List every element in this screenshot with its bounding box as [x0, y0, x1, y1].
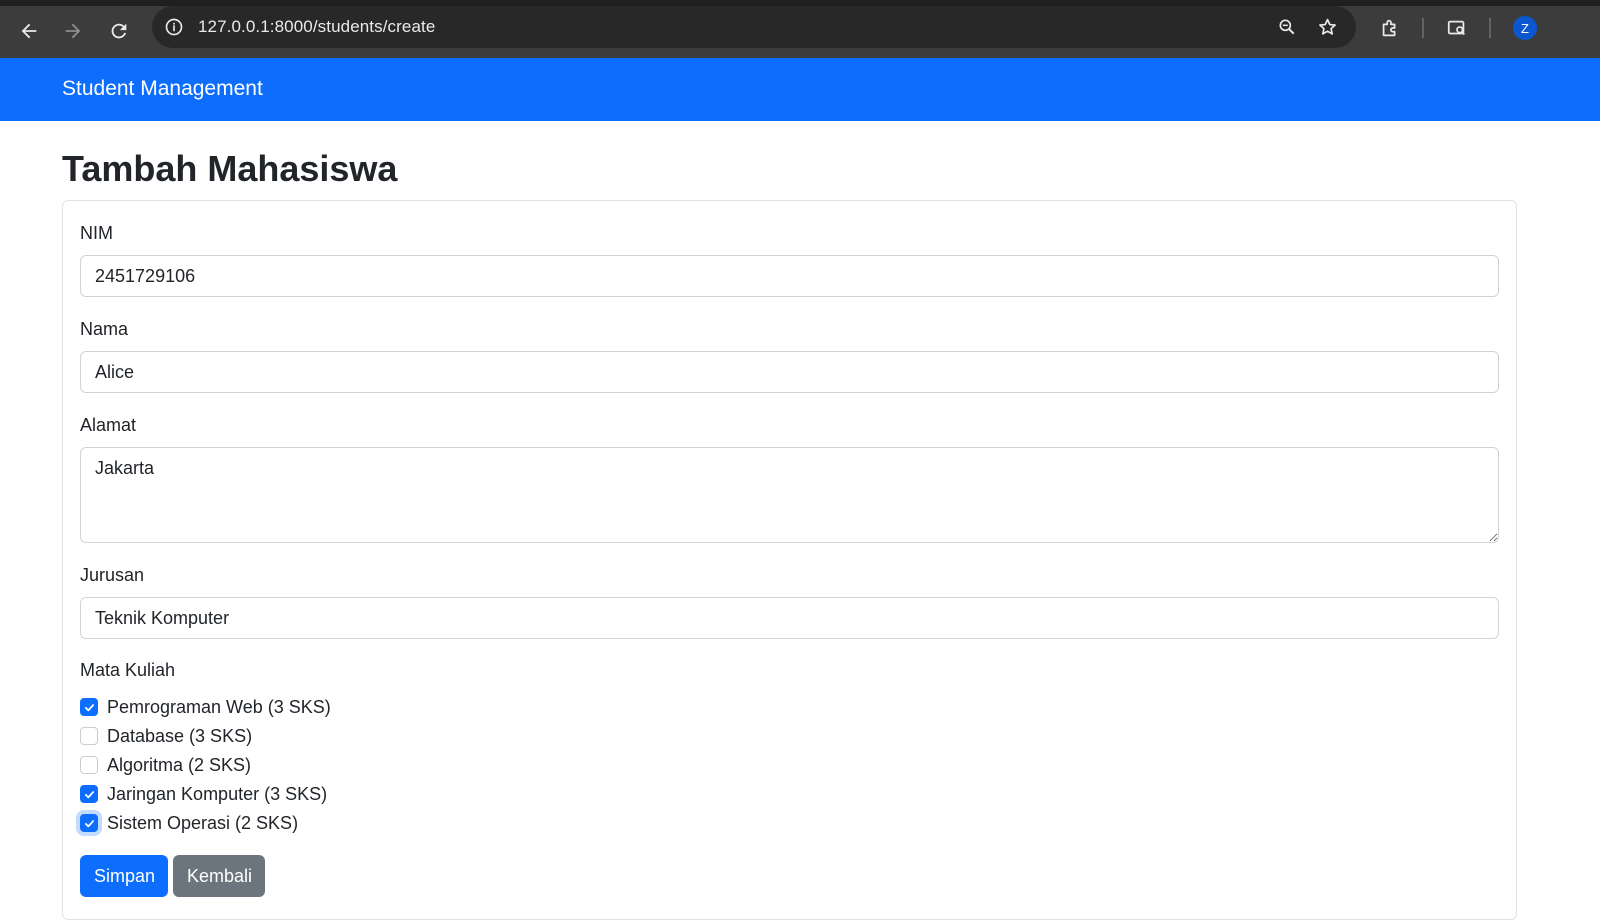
back-arrow-icon[interactable]	[14, 16, 44, 46]
toolbar-divider	[1422, 18, 1424, 38]
course-checkbox-label[interactable]: Pemrograman Web (3 SKS)	[107, 697, 331, 718]
address-bar[interactable]: 127.0.0.1:8000/students/create	[152, 6, 1356, 48]
browser-toolbar: 127.0.0.1:8000/students/create Z	[0, 0, 1600, 58]
site-info-icon[interactable]	[162, 15, 186, 39]
mata-kuliah-label: Mata Kuliah	[80, 660, 176, 680]
navbar-brand[interactable]: Student Management	[62, 77, 263, 101]
nim-label: NIM	[80, 223, 113, 243]
zoom-icon[interactable]	[1275, 15, 1299, 39]
save-button[interactable]: Simpan	[80, 855, 168, 897]
course-checkbox[interactable]	[80, 785, 98, 803]
alamat-textarea[interactable]: Jakarta	[80, 447, 1499, 543]
course-checkbox[interactable]	[80, 756, 98, 774]
back-button[interactable]: Kembali	[173, 855, 265, 897]
profile-avatar[interactable]: Z	[1513, 16, 1537, 40]
jurusan-input[interactable]	[80, 597, 1499, 639]
checkmark-icon	[84, 790, 94, 798]
alamat-label: Alamat	[80, 415, 137, 435]
course-checkbox-row[interactable]: Database (3 SKS)	[80, 724, 252, 748]
course-checkbox-row[interactable]: Sistem Operasi (2 SKS)	[80, 811, 298, 835]
extensions-icon[interactable]	[1377, 15, 1403, 41]
checkmark-icon	[84, 819, 94, 827]
nama-label: Nama	[80, 319, 129, 339]
bookmark-star-icon[interactable]	[1315, 15, 1339, 39]
nama-input[interactable]	[80, 351, 1499, 393]
page-title: Tambah Mahasiswa	[62, 148, 398, 189]
url-text[interactable]: 127.0.0.1:8000/students/create	[198, 17, 435, 37]
course-checkbox-row[interactable]: Pemrograman Web (3 SKS)	[80, 695, 331, 719]
course-checkbox-label[interactable]: Database (3 SKS)	[107, 726, 252, 747]
jurusan-label: Jurusan	[80, 565, 145, 585]
app-navbar: Student Management	[0, 58, 1600, 121]
course-checkbox-label[interactable]: Jaringan Komputer (3 SKS)	[107, 784, 327, 805]
checkmark-icon	[84, 703, 94, 711]
reload-icon[interactable]	[104, 16, 134, 46]
nim-input[interactable]	[80, 255, 1499, 297]
tab-search-icon[interactable]	[1444, 15, 1470, 41]
course-checkbox-label[interactable]: Sistem Operasi (2 SKS)	[107, 813, 298, 834]
toolbar-divider	[1489, 18, 1491, 38]
course-checkbox-row[interactable]: Jaringan Komputer (3 SKS)	[80, 782, 327, 806]
course-checkbox-row[interactable]: Algoritma (2 SKS)	[80, 753, 251, 777]
course-checkbox-label[interactable]: Algoritma (2 SKS)	[107, 755, 251, 776]
course-checkbox[interactable]	[80, 814, 98, 832]
forward-arrow-icon[interactable]	[58, 16, 88, 46]
course-checkbox[interactable]	[80, 727, 98, 745]
course-checkbox[interactable]	[80, 698, 98, 716]
